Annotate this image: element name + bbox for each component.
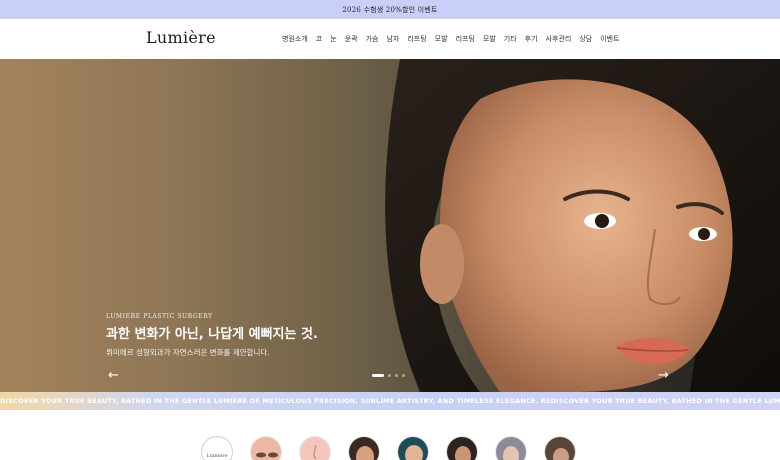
nav-item-lifting-2[interactable]: 리프팅 bbox=[456, 34, 475, 44]
slider-dot[interactable] bbox=[388, 374, 391, 377]
hero-subtitle: 뤼미에르 성형외과가 자연스러운 변화를 제안합니다. bbox=[106, 348, 270, 357]
main-nav: 병원소개 코 눈 윤곽 가슴 남자 리프팅 모발 리프팅 모발 기타 후기 사후… bbox=[282, 19, 620, 59]
category-row: Lumiere bbox=[201, 436, 576, 460]
eye-photo-icon bbox=[251, 437, 281, 460]
marquee-banner: DISCOVER YOUR TRUE BEAUTY, BATHED IN THE… bbox=[0, 392, 780, 410]
category-thumb-hair[interactable] bbox=[544, 436, 576, 460]
nav-item-breast[interactable]: 가슴 bbox=[366, 34, 379, 44]
category-thumb-men[interactable] bbox=[446, 436, 478, 460]
slider-dot[interactable] bbox=[395, 374, 398, 377]
nav-item-eyes[interactable]: 눈 bbox=[330, 34, 336, 44]
slider-dot[interactable] bbox=[402, 374, 405, 377]
category-thumb-contour[interactable] bbox=[348, 436, 380, 460]
site-header: Lumière 병원소개 코 눈 윤곽 가슴 남자 리프팅 모발 리프팅 모발 … bbox=[0, 19, 780, 59]
site-logo[interactable]: Lumière bbox=[146, 28, 216, 47]
promo-banner[interactable]: 2026 수험생 20%할인 이벤트 bbox=[0, 0, 780, 19]
hero-copy: LUMIERE PLASTIC SURGERY 과한 변화가 아닌, 나답게 예… bbox=[106, 313, 318, 358]
nav-item-reviews[interactable]: 후기 bbox=[525, 34, 538, 44]
nav-item-about[interactable]: 병원소개 bbox=[282, 34, 308, 44]
breast-photo-icon bbox=[398, 437, 428, 460]
promo-text: 2026 수험생 20%할인 이벤트 bbox=[342, 5, 438, 14]
category-thumb-eyes[interactable] bbox=[250, 436, 282, 460]
nav-item-events[interactable]: 이벤트 bbox=[600, 34, 619, 44]
hero-title: 과한 변화가 아닌, 나답게 예뻐지는 것. bbox=[106, 327, 318, 342]
slider-pagination bbox=[372, 374, 405, 377]
ear-shape bbox=[420, 224, 464, 304]
nav-item-contour[interactable]: 윤곽 bbox=[345, 34, 358, 44]
nav-item-nose[interactable]: 코 bbox=[316, 34, 322, 44]
hero-eyebrow: LUMIERE PLASTIC SURGERY bbox=[106, 313, 213, 320]
nav-item-lifting[interactable]: 리프팅 bbox=[407, 34, 426, 44]
slider-dot-active[interactable] bbox=[372, 374, 384, 377]
arrow-left-icon[interactable]: ← bbox=[108, 369, 119, 382]
marquee-text: DISCOVER YOUR TRUE BEAUTY, BATHED IN THE… bbox=[0, 397, 780, 405]
category-thumb-lifting[interactable] bbox=[495, 436, 527, 460]
lifting-photo-icon bbox=[496, 437, 526, 460]
nose-photo-icon bbox=[300, 437, 330, 460]
nav-item-men[interactable]: 남자 bbox=[386, 34, 399, 44]
nav-item-hair-2[interactable]: 모발 bbox=[483, 34, 496, 44]
hero-slider: LUMIERE PLASTIC SURGERY 과한 변화가 아닌, 나답게 예… bbox=[0, 59, 780, 392]
category-logo-text: Lumiere bbox=[206, 453, 228, 459]
category-thumb-breast[interactable] bbox=[397, 436, 429, 460]
nav-item-consult[interactable]: 상담 bbox=[579, 34, 592, 44]
contour-photo-icon bbox=[349, 437, 379, 460]
nav-item-hair[interactable]: 모발 bbox=[435, 34, 448, 44]
arrow-right-icon[interactable]: → bbox=[658, 369, 669, 382]
men-photo-icon bbox=[447, 437, 477, 460]
category-thumb-nose[interactable] bbox=[299, 436, 331, 460]
hair-photo-icon bbox=[545, 437, 575, 460]
nav-item-aftercare[interactable]: 사후관리 bbox=[546, 34, 572, 44]
face-shape bbox=[440, 79, 733, 392]
category-logo[interactable]: Lumiere bbox=[201, 436, 233, 460]
nav-item-etc[interactable]: 기타 bbox=[504, 34, 517, 44]
